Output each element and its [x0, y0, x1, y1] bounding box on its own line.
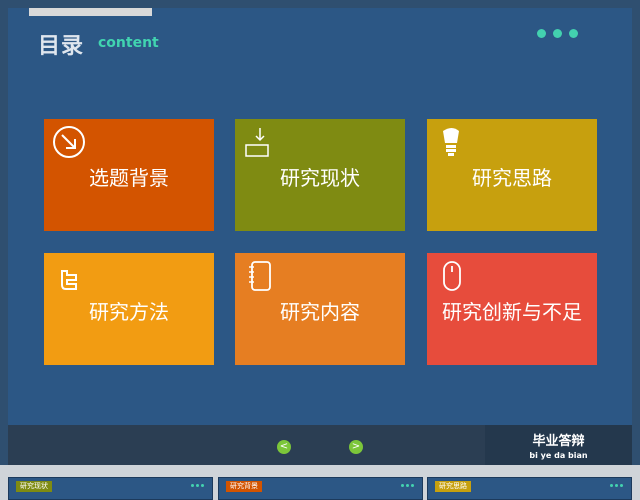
thumbnail-dots-icon — [610, 484, 623, 487]
notebook-icon — [249, 261, 271, 291]
tile-label: 研究创新与不足 — [442, 299, 582, 324]
brand-pinyin: bi ye da bian — [529, 451, 588, 460]
next-button[interactable]: > — [349, 440, 363, 454]
thumbnail-tag: 研究背景 — [226, 481, 262, 492]
brand-block: 毕业答辩 bi ye da bian — [485, 425, 632, 465]
thumbnail-slide[interactable]: 研究现状 — [8, 477, 213, 500]
mouse-icon — [443, 261, 461, 291]
tile-yanjiu-neirong[interactable]: 研究内容 — [235, 253, 405, 365]
thumbnail-slide[interactable]: 研究思路 — [427, 477, 632, 500]
menu-dots-icon[interactable] — [537, 29, 578, 38]
thumbnail-dots-icon — [401, 484, 414, 487]
tile-yanjiu-xianzhuang[interactable]: 研究现状 — [235, 119, 405, 231]
arrow-circle-icon — [53, 126, 85, 158]
page-subtitle: content — [98, 35, 159, 51]
tile-label: 研究内容 — [280, 299, 360, 324]
page-title: 目录 — [38, 34, 85, 59]
brand-title: 毕业答辩 — [532, 434, 585, 449]
thumbnail-dots-icon — [191, 484, 204, 487]
tile-label: 研究现状 — [280, 165, 360, 190]
thumbnail-slide[interactable]: 研究背景 — [218, 477, 423, 500]
tile-label: 研究思路 — [472, 165, 552, 190]
thumbnail-tag: 研究思路 — [435, 481, 471, 492]
tile-yanjiu-chuangxin[interactable]: 研究创新与不足 — [427, 253, 597, 365]
tile-xuanti-beijing[interactable]: 选题背景 — [44, 119, 214, 231]
tile-label: 选题背景 — [89, 165, 169, 190]
lightbulb-icon — [443, 128, 459, 156]
tile-yanjiu-fangfa[interactable]: 研究方法 — [44, 253, 214, 365]
tile-label: 研究方法 — [89, 299, 169, 324]
tile-yanjiu-silu[interactable]: 研究思路 — [427, 119, 597, 231]
top-accent-bar — [29, 8, 152, 16]
prev-button[interactable]: < — [277, 440, 291, 454]
twitter-icon — [61, 270, 77, 290]
thumbnail-tag: 研究现状 — [16, 481, 52, 492]
download-box-icon — [245, 128, 269, 157]
